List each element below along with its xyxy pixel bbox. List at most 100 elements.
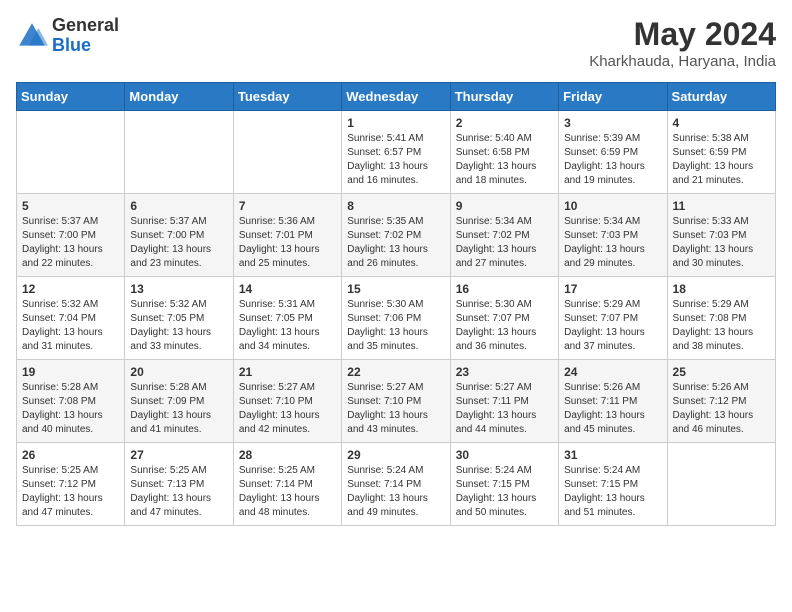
logo-text: General Blue [52, 16, 119, 56]
col-header-friday: Friday [559, 83, 667, 111]
logo-blue-text: Blue [52, 35, 91, 55]
day-info: Sunrise: 5:28 AM Sunset: 7:08 PM Dayligh… [22, 381, 119, 437]
day-info: Sunrise: 5:25 AM Sunset: 7:13 PM Dayligh… [130, 464, 227, 520]
calendar-cell: 5 Sunrise: 5:37 AM Sunset: 7:00 PM Daylig… [17, 194, 125, 277]
day-info: Sunrise: 5:34 AM Sunset: 7:03 PM Dayligh… [564, 215, 661, 271]
day-number: 30 [456, 448, 553, 462]
calendar-week-row: 5 Sunrise: 5:37 AM Sunset: 7:00 PM Daylig… [17, 194, 776, 277]
day-number: 4 [673, 116, 770, 130]
calendar-cell: 3Sunrise: 5:39 AM Sunset: 6:59 PM Daylig… [559, 111, 667, 194]
day-number: 14 [239, 282, 336, 296]
day-info: Sunrise: 5:32 AM Sunset: 7:05 PM Dayligh… [130, 298, 227, 354]
page-header: General Blue May 2024 Kharkhauda, Haryan… [16, 16, 776, 70]
day-number: 11 [673, 199, 770, 213]
col-header-thursday: Thursday [450, 83, 558, 111]
day-number: 27 [130, 448, 227, 462]
day-number: 7 [239, 199, 336, 213]
calendar-week-row: 1 Sunrise: 5:41 AM Sunset: 6:57 PM Daylig… [17, 111, 776, 194]
day-info: Sunrise: 5:25 AM Sunset: 7:14 PM Dayligh… [239, 464, 336, 520]
day-info: Sunrise: 5:30 AM Sunset: 7:07 PM Dayligh… [456, 298, 553, 354]
day-number: 23 [456, 365, 553, 379]
day-info: Sunrise: 5:32 AM Sunset: 7:04 PM Dayligh… [22, 298, 119, 354]
calendar-cell: 29Sunrise: 5:24 AM Sunset: 7:14 PM Dayli… [342, 443, 450, 526]
day-number: 12 [22, 282, 119, 296]
calendar-cell: 25Sunrise: 5:26 AM Sunset: 7:12 PM Dayli… [667, 360, 775, 443]
calendar-cell: 30 Sunrise: 5:24 AM Sunset: 7:15 PM Dayli… [450, 443, 558, 526]
day-info: Sunrise: 5:39 AM Sunset: 6:59 PM Dayligh… [564, 132, 661, 188]
calendar-cell: 20 Sunrise: 5:28 AM Sunset: 7:09 PM Dayli… [125, 360, 233, 443]
day-info: Sunrise: 5:26 AM Sunset: 7:11 PM Dayligh… [564, 381, 661, 437]
day-number: 22 [347, 365, 444, 379]
day-number: 17 [564, 282, 661, 296]
calendar-cell: 15Sunrise: 5:30 AM Sunset: 7:06 PM Dayli… [342, 277, 450, 360]
title-block: May 2024 Kharkhauda, Haryana, India [589, 16, 776, 70]
day-info: Sunrise: 5:27 AM Sunset: 7:10 PM Dayligh… [347, 381, 444, 437]
location-text: Kharkhauda, Haryana, India [589, 53, 776, 70]
day-info: Sunrise: 5:36 AM Sunset: 7:01 PM Dayligh… [239, 215, 336, 271]
day-number: 8 [347, 199, 444, 213]
day-info: Sunrise: 5:35 AM Sunset: 7:02 PM Dayligh… [347, 215, 444, 271]
calendar-cell: 27 Sunrise: 5:25 AM Sunset: 7:13 PM Dayli… [125, 443, 233, 526]
day-info: Sunrise: 5:24 AM Sunset: 7:15 PM Dayligh… [456, 464, 553, 520]
calendar-cell [125, 111, 233, 194]
calendar-cell: 18Sunrise: 5:29 AM Sunset: 7:08 PM Dayli… [667, 277, 775, 360]
calendar-cell: 1 Sunrise: 5:41 AM Sunset: 6:57 PM Daylig… [342, 111, 450, 194]
day-number: 13 [130, 282, 227, 296]
calendar-cell [233, 111, 341, 194]
calendar-header-row: SundayMondayTuesdayWednesdayThursdayFrid… [17, 83, 776, 111]
calendar-cell: 17 Sunrise: 5:29 AM Sunset: 7:07 PM Dayli… [559, 277, 667, 360]
col-header-tuesday: Tuesday [233, 83, 341, 111]
day-info: Sunrise: 5:29 AM Sunset: 7:07 PM Dayligh… [564, 298, 661, 354]
calendar-cell: 8 Sunrise: 5:35 AM Sunset: 7:02 PM Daylig… [342, 194, 450, 277]
month-year-title: May 2024 [589, 16, 776, 53]
calendar-cell: 2Sunrise: 5:40 AM Sunset: 6:58 PM Daylig… [450, 111, 558, 194]
day-info: Sunrise: 5:34 AM Sunset: 7:02 PM Dayligh… [456, 215, 553, 271]
calendar-cell: 28 Sunrise: 5:25 AM Sunset: 7:14 PM Dayli… [233, 443, 341, 526]
day-number: 28 [239, 448, 336, 462]
day-number: 6 [130, 199, 227, 213]
day-info: Sunrise: 5:41 AM Sunset: 6:57 PM Dayligh… [347, 132, 444, 188]
calendar-cell: 31 Sunrise: 5:24 AM Sunset: 7:15 PM Dayli… [559, 443, 667, 526]
day-info: Sunrise: 5:38 AM Sunset: 6:59 PM Dayligh… [673, 132, 770, 188]
day-info: Sunrise: 5:25 AM Sunset: 7:12 PM Dayligh… [22, 464, 119, 520]
day-number: 25 [673, 365, 770, 379]
day-number: 16 [456, 282, 553, 296]
calendar-cell [17, 111, 125, 194]
calendar-week-row: 26 Sunrise: 5:25 AM Sunset: 7:12 PM Dayli… [17, 443, 776, 526]
calendar-week-row: 12 Sunrise: 5:32 AM Sunset: 7:04 PM Dayli… [17, 277, 776, 360]
calendar-cell: 11 Sunrise: 5:33 AM Sunset: 7:03 PM Dayli… [667, 194, 775, 277]
col-header-sunday: Sunday [17, 83, 125, 111]
calendar-cell: 10Sunrise: 5:34 AM Sunset: 7:03 PM Dayli… [559, 194, 667, 277]
day-number: 31 [564, 448, 661, 462]
calendar-cell: 22 Sunrise: 5:27 AM Sunset: 7:10 PM Dayli… [342, 360, 450, 443]
day-info: Sunrise: 5:37 AM Sunset: 7:00 PM Dayligh… [22, 215, 119, 271]
day-info: Sunrise: 5:27 AM Sunset: 7:11 PM Dayligh… [456, 381, 553, 437]
day-info: Sunrise: 5:24 AM Sunset: 7:15 PM Dayligh… [564, 464, 661, 520]
day-info: Sunrise: 5:28 AM Sunset: 7:09 PM Dayligh… [130, 381, 227, 437]
col-header-monday: Monday [125, 83, 233, 111]
logo-general-text: General [52, 15, 119, 35]
day-number: 15 [347, 282, 444, 296]
day-number: 20 [130, 365, 227, 379]
day-info: Sunrise: 5:24 AM Sunset: 7:14 PM Dayligh… [347, 464, 444, 520]
calendar-cell: 14 Sunrise: 5:31 AM Sunset: 7:05 PM Dayli… [233, 277, 341, 360]
calendar-cell: 16 Sunrise: 5:30 AM Sunset: 7:07 PM Dayli… [450, 277, 558, 360]
day-number: 24 [564, 365, 661, 379]
calendar-cell: 19 Sunrise: 5:28 AM Sunset: 7:08 PM Dayli… [17, 360, 125, 443]
day-number: 19 [22, 365, 119, 379]
calendar-cell: 24 Sunrise: 5:26 AM Sunset: 7:11 PM Dayli… [559, 360, 667, 443]
day-info: Sunrise: 5:33 AM Sunset: 7:03 PM Dayligh… [673, 215, 770, 271]
day-number: 5 [22, 199, 119, 213]
calendar-cell: 6Sunrise: 5:37 AM Sunset: 7:00 PM Daylig… [125, 194, 233, 277]
day-info: Sunrise: 5:29 AM Sunset: 7:08 PM Dayligh… [673, 298, 770, 354]
calendar-cell: 13 Sunrise: 5:32 AM Sunset: 7:05 PM Dayli… [125, 277, 233, 360]
day-info: Sunrise: 5:40 AM Sunset: 6:58 PM Dayligh… [456, 132, 553, 188]
calendar-cell: 21Sunrise: 5:27 AM Sunset: 7:10 PM Dayli… [233, 360, 341, 443]
day-number: 1 [347, 116, 444, 130]
day-number: 26 [22, 448, 119, 462]
calendar-cell: 4 Sunrise: 5:38 AM Sunset: 6:59 PM Daylig… [667, 111, 775, 194]
calendar-cell: 9Sunrise: 5:34 AM Sunset: 7:02 PM Daylig… [450, 194, 558, 277]
calendar-cell: 7 Sunrise: 5:36 AM Sunset: 7:01 PM Daylig… [233, 194, 341, 277]
calendar-cell: 12 Sunrise: 5:32 AM Sunset: 7:04 PM Dayli… [17, 277, 125, 360]
day-info: Sunrise: 5:31 AM Sunset: 7:05 PM Dayligh… [239, 298, 336, 354]
